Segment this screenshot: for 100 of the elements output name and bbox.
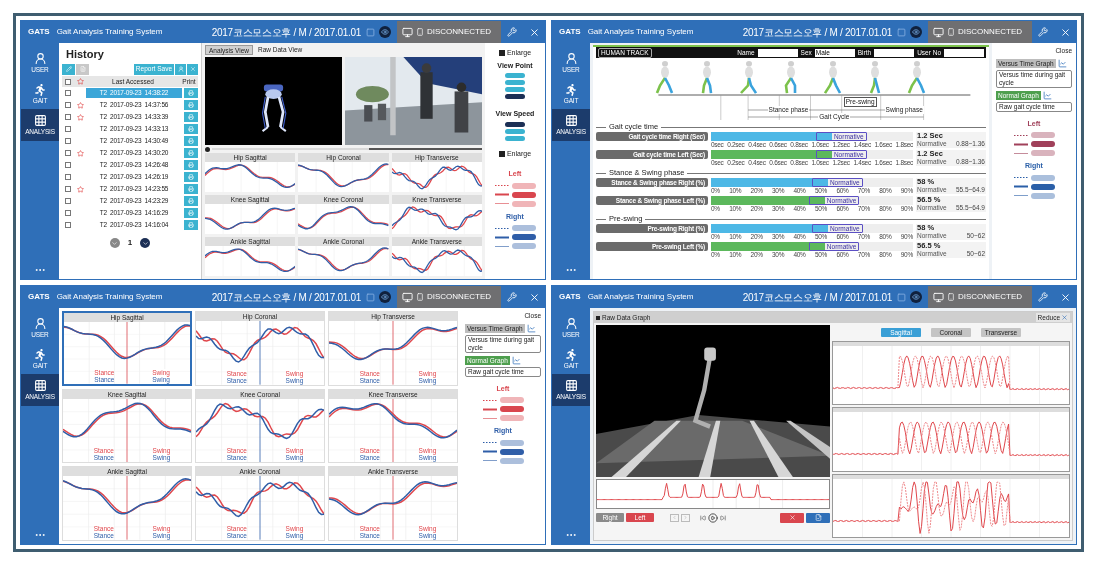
play-icon[interactable] [205, 146, 210, 152]
checkbox[interactable] [65, 198, 71, 204]
legend-line [494, 193, 509, 196]
monitor-icon [402, 26, 413, 38]
line-chart-icon[interactable] [1057, 58, 1067, 68]
monitor-icon [402, 291, 413, 303]
printer-icon [188, 150, 194, 156]
enlarge-icon[interactable] [498, 50, 505, 57]
grid-icon [564, 379, 578, 392]
phone-icon [947, 28, 955, 36]
print-button[interactable] [184, 196, 198, 206]
document-icon [79, 66, 86, 72]
print-button[interactable] [184, 172, 198, 182]
legend-line [482, 441, 497, 445]
print-button[interactable] [184, 148, 198, 158]
checkbox[interactable] [65, 150, 71, 156]
line-chart-icon[interactable] [526, 323, 536, 333]
legend-line [1013, 185, 1028, 189]
eye-icon[interactable] [910, 26, 922, 38]
legend-line [482, 459, 497, 463]
legend-line [494, 235, 509, 239]
square-icon[interactable] [366, 27, 375, 37]
print-button[interactable] [184, 208, 198, 218]
app-logo: GATS [558, 291, 582, 303]
enlarge-icon[interactable] [498, 150, 505, 157]
legend-pill [1030, 150, 1055, 157]
skip-back-button[interactable] [700, 514, 706, 521]
running-icon [565, 348, 577, 361]
user-button[interactable] [175, 63, 186, 75]
legend-pill [511, 243, 536, 249]
note-button[interactable] [76, 63, 89, 75]
eye-icon[interactable] [379, 291, 391, 303]
print-button[interactable] [184, 112, 198, 122]
legend-line [482, 450, 497, 454]
view-point-button[interactable] [505, 94, 525, 99]
square-icon[interactable] [366, 292, 375, 302]
action-button[interactable] [806, 512, 830, 523]
line-chart-icon[interactable] [511, 355, 521, 365]
legend-pill [511, 225, 536, 231]
checkbox[interactable] [65, 162, 71, 168]
x-icon [788, 514, 796, 521]
square-icon[interactable] [897, 292, 906, 302]
connection-status: DISCONNECTED [427, 26, 491, 38]
user-icon [33, 317, 47, 330]
page-button[interactable] [140, 238, 151, 248]
print-button[interactable] [184, 136, 198, 146]
legend-line [1013, 176, 1028, 180]
connection-status: DISCONNECTED [958, 291, 1022, 303]
eye-icon[interactable] [379, 26, 391, 38]
legend-pill [1030, 174, 1055, 181]
user-icon [177, 66, 184, 72]
checkbox[interactable] [65, 102, 71, 108]
print-button[interactable] [184, 220, 198, 230]
checkbox[interactable] [65, 78, 71, 85]
printer-icon [188, 126, 194, 132]
checkbox[interactable] [65, 126, 71, 132]
file-icon [814, 514, 822, 521]
print-button[interactable] [184, 100, 198, 110]
star-icon[interactable] [76, 101, 84, 109]
printer-icon [188, 138, 194, 144]
printer-icon [188, 198, 194, 204]
checkbox[interactable] [65, 90, 71, 96]
printer-icon [188, 186, 194, 192]
star-icon[interactable] [76, 113, 84, 121]
printer-icon [188, 222, 194, 228]
checkbox[interactable] [65, 222, 71, 228]
print-button[interactable] [184, 88, 198, 98]
eye-icon[interactable] [910, 291, 922, 303]
print-button[interactable] [184, 184, 198, 194]
print-button[interactable] [184, 124, 198, 134]
running-icon [565, 83, 577, 96]
checkbox[interactable] [65, 174, 71, 180]
delete-button[interactable] [187, 63, 198, 75]
speed-button[interactable] [505, 121, 525, 127]
checkbox[interactable] [65, 114, 71, 120]
grid-icon [33, 114, 47, 127]
play-button[interactable] [708, 512, 718, 523]
square-icon[interactable] [897, 27, 906, 37]
action-button[interactable] [780, 512, 804, 523]
checkbox[interactable] [65, 186, 71, 192]
legend-line [494, 244, 509, 248]
input-field[interactable] [874, 48, 915, 57]
skip-forward-button[interactable] [720, 514, 726, 521]
app-logo: GATS [27, 26, 51, 38]
checkbox[interactable] [65, 210, 71, 216]
previous-button[interactable] [670, 513, 679, 522]
app-logo: GATS [27, 291, 51, 303]
legend-line [1013, 151, 1028, 155]
line-chart-icon[interactable] [1042, 90, 1052, 100]
star-icon[interactable] [76, 185, 84, 193]
panel-title: History [65, 47, 105, 61]
connection-status: DISCONNECTED [958, 26, 1022, 38]
input-field[interactable] [944, 48, 984, 57]
checkbox[interactable] [65, 138, 71, 144]
print-button[interactable] [184, 160, 198, 170]
input-field[interactable] [757, 48, 798, 57]
close-icon [1061, 314, 1068, 321]
star-icon[interactable] [76, 149, 84, 157]
edit-button[interactable] [62, 63, 75, 75]
next-button[interactable] [681, 513, 690, 522]
